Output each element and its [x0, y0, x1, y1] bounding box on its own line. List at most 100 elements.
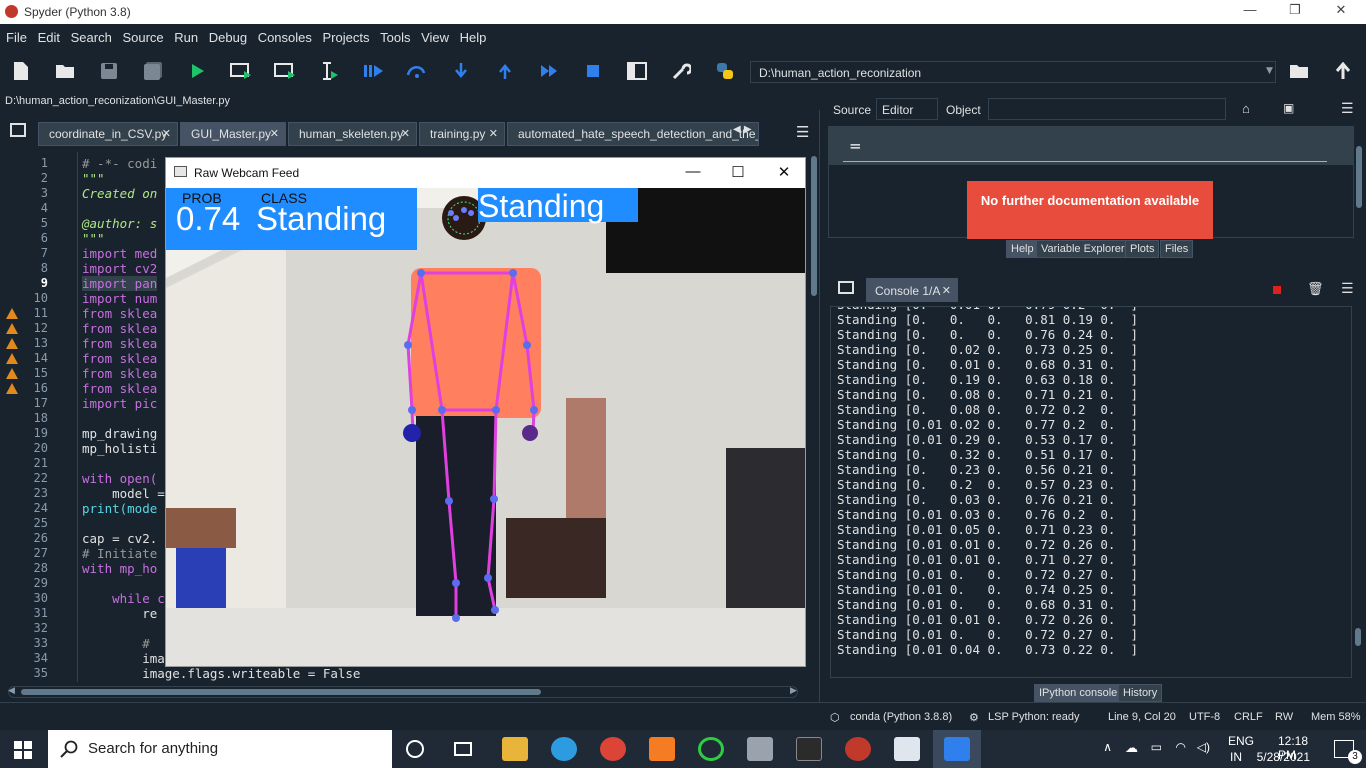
edge-icon[interactable]: [551, 737, 577, 761]
browse-tabs-icon[interactable]: [10, 123, 26, 137]
menu-help[interactable]: Help: [454, 24, 487, 45]
preferences-icon[interactable]: [670, 60, 692, 82]
debug-icon[interactable]: [362, 60, 384, 82]
run-selection-icon[interactable]: [318, 60, 340, 82]
webcam-titlebar[interactable]: Raw Webcam Feed — ☐ ✕: [166, 158, 805, 188]
tab-scroll-arrows-icon[interactable]: ◀ ▶: [733, 124, 752, 135]
language-eng[interactable]: ENG: [1228, 734, 1254, 748]
lock-icon[interactable]: ▣: [1283, 101, 1294, 115]
close-tab-icon[interactable]: ✕: [270, 127, 279, 140]
console-tab[interactable]: Console 1/A ✕: [866, 278, 958, 302]
browse-folder-icon[interactable]: [1288, 60, 1310, 82]
tab-coordinate-in-csv[interactable]: coordinate_in_CSV.py ✕: [38, 122, 178, 146]
tab-files[interactable]: Files: [1160, 240, 1194, 258]
source-combobox[interactable]: Editor: [876, 98, 938, 120]
clock-date[interactable]: 5/28/2021: [1257, 750, 1310, 764]
tab-gui-master[interactable]: GUI_Master.py ✕: [180, 122, 286, 146]
close-button[interactable]: ✕: [1318, 2, 1364, 22]
menu-view[interactable]: View: [415, 24, 449, 45]
stop-kernel-icon[interactable]: [1273, 286, 1281, 294]
menu-consoles[interactable]: Consoles: [252, 24, 312, 45]
close-tab-icon[interactable]: ✕: [489, 127, 498, 140]
battery-icon[interactable]: ▭: [1151, 740, 1162, 754]
working-directory-combobox[interactable]: D:\human_action_reconization: [750, 61, 1276, 83]
trash-icon[interactable]: 🗑: [1307, 282, 1324, 297]
warning-icon[interactable]: [6, 338, 18, 349]
webcam-window[interactable]: Raw Webcam Feed — ☐ ✕ PROB CLASS 0.74 St…: [165, 157, 806, 667]
ipython-console[interactable]: Standing [0. 0.01 0. 0.79 0.2 0. ]Standi…: [830, 306, 1352, 678]
menu-projects[interactable]: Projects: [317, 24, 370, 45]
menu-run[interactable]: Run: [168, 24, 198, 45]
tab-help[interactable]: Help: [1006, 240, 1039, 258]
options-menu-icon[interactable]: ☰: [796, 123, 809, 141]
console-options-icon[interactable]: ☰: [1341, 281, 1354, 297]
scroll-left-icon[interactable]: ◀: [8, 686, 15, 696]
new-file-icon[interactable]: [10, 60, 32, 82]
cortana-icon[interactable]: [406, 740, 424, 758]
terminal-icon[interactable]: [796, 737, 822, 761]
minimize-button[interactable]: —: [1227, 2, 1273, 22]
warning-icon[interactable]: [6, 368, 18, 379]
open-folder-icon[interactable]: [54, 60, 76, 82]
status-conda[interactable]: conda (Python 3.8.8): [850, 711, 952, 723]
tab-ipython-console[interactable]: IPython console: [1034, 684, 1123, 702]
menu-file[interactable]: File: [0, 24, 27, 45]
help-options-icon[interactable]: ☰: [1341, 100, 1354, 117]
spyder-taskbar-icon[interactable]: [845, 737, 871, 761]
run-icon[interactable]: [186, 60, 208, 82]
help-scrollbar[interactable]: [1354, 128, 1364, 236]
browse-consoles-icon[interactable]: [838, 281, 854, 294]
tab-plots[interactable]: Plots: [1125, 240, 1160, 258]
run-cell-icon[interactable]: [230, 60, 252, 82]
wifi-icon[interactable]: ◠: [1176, 740, 1186, 754]
sync-app-icon[interactable]: [698, 737, 724, 761]
menu-edit[interactable]: Edit: [32, 24, 60, 45]
console-scrollbar[interactable]: [1352, 308, 1364, 676]
tab-training[interactable]: training.py ✕: [419, 122, 505, 146]
tab-variable-explorer[interactable]: Variable Explorer: [1036, 240, 1130, 258]
xampp-icon[interactable]: [649, 737, 675, 761]
home-icon[interactable]: ⌂: [1242, 101, 1250, 116]
menu-tools[interactable]: Tools: [374, 24, 410, 45]
windows-start-icon[interactable]: [14, 741, 32, 762]
webcam-minimize-button[interactable]: —: [673, 163, 713, 180]
scroll-right-icon[interactable]: ▶: [790, 686, 797, 696]
tab-human-skeleten[interactable]: human_skeleten.py ✕: [288, 122, 417, 146]
python-path-icon[interactable]: [714, 60, 736, 82]
active-app-highlight[interactable]: [933, 730, 981, 768]
tray-chevron-icon[interactable]: ∧: [1103, 740, 1112, 754]
menu-search[interactable]: Search: [65, 24, 112, 45]
save-icon[interactable]: [98, 60, 120, 82]
onedrive-icon[interactable]: ☁: [1125, 740, 1138, 756]
volume-icon[interactable]: ◁): [1197, 740, 1210, 754]
menu-source[interactable]: Source: [116, 24, 163, 45]
close-tab-icon[interactable]: ✕: [162, 127, 171, 140]
editor-horizontal-scrollbar[interactable]: [8, 686, 798, 698]
menu-debug[interactable]: Debug: [203, 24, 247, 45]
tab-history[interactable]: History: [1118, 684, 1163, 702]
continue-icon[interactable]: [538, 60, 560, 82]
webcam-close-button[interactable]: ✕: [764, 163, 804, 181]
warning-icon[interactable]: [6, 353, 18, 364]
object-combobox[interactable]: [988, 98, 1226, 120]
maximize-pane-icon[interactable]: [626, 60, 648, 82]
python-window-icon[interactable]: [894, 737, 920, 761]
close-tab-icon[interactable]: ✕: [401, 127, 410, 140]
language-in[interactable]: IN: [1230, 750, 1242, 764]
close-console-icon[interactable]: ✕: [942, 284, 951, 297]
webcam-maximize-button[interactable]: ☐: [718, 163, 758, 181]
warning-icon[interactable]: [6, 323, 18, 334]
warning-icon[interactable]: [6, 383, 18, 394]
installer-icon[interactable]: [747, 737, 773, 761]
task-view-icon[interactable]: [454, 742, 472, 756]
stop-icon[interactable]: [582, 60, 604, 82]
step-into-icon[interactable]: [450, 60, 472, 82]
chrome-icon[interactable]: [600, 737, 626, 761]
tab-automated-hate-speech[interactable]: automated_hate_speech_detection_and_the_…: [507, 122, 759, 146]
step-return-icon[interactable]: [494, 60, 516, 82]
warning-icon[interactable]: [6, 308, 18, 319]
file-explorer-icon[interactable]: [502, 737, 528, 761]
chevron-down-icon[interactable]: ▼: [1266, 66, 1273, 76]
step-icon[interactable]: [406, 60, 428, 82]
editor-vertical-scrollbar[interactable]: [810, 152, 818, 682]
